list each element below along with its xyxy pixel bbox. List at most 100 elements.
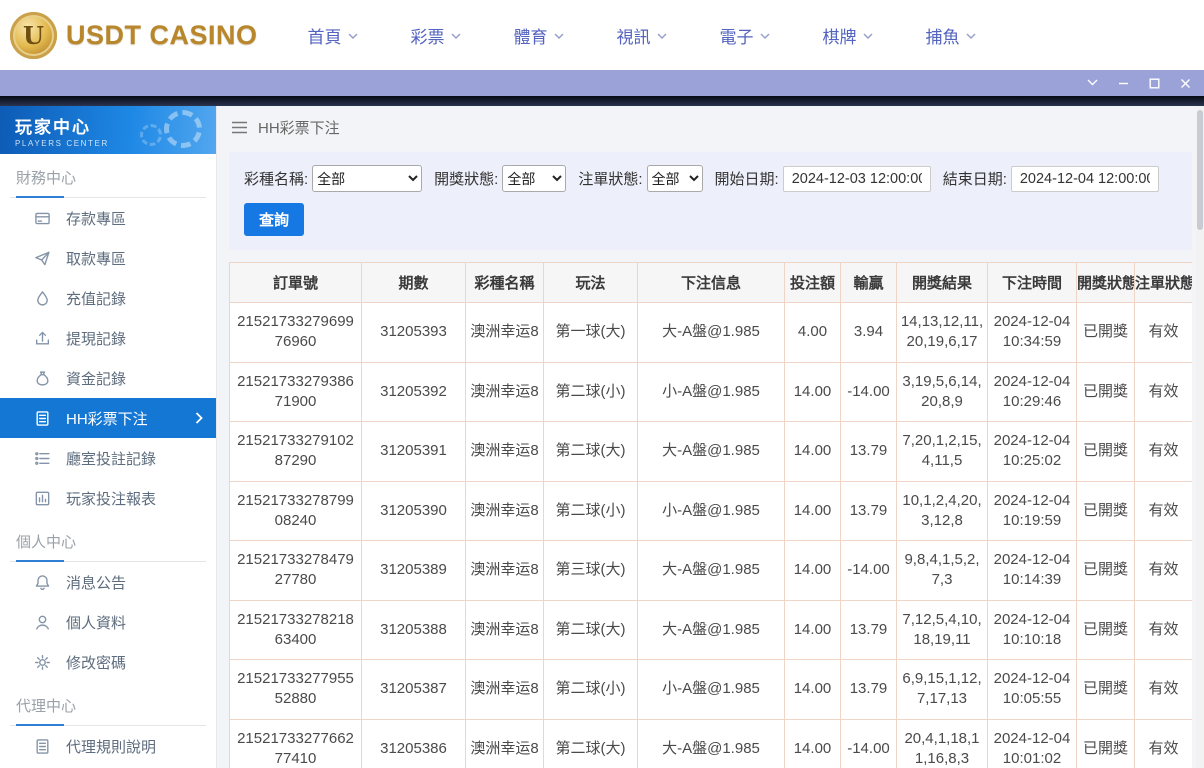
poker-chip-icon — [140, 124, 162, 146]
sidebar-item-0-0[interactable]: 存款專區 — [0, 198, 216, 238]
sidebar-menu: 財務中心 存款專區 取款專區 充值記錄 提現記錄 資金記錄 HH彩票下注 廳室投註記錄 玩家投注… — [0, 154, 216, 766]
logo-text: USDT CASINO — [66, 19, 258, 50]
cashout-icon — [34, 330, 51, 347]
table-cell: 2024-12-04 10:25:02 — [987, 421, 1077, 482]
table-cell: 2024-12-04 10:10:18 — [987, 599, 1077, 660]
hamburger-icon[interactable] — [231, 121, 248, 134]
chevron-right-icon — [195, 412, 203, 424]
sidebar-section-title-1: 個人中心 — [10, 518, 206, 562]
column-header: 下注時間 — [987, 262, 1077, 303]
sidebar-item-2-0[interactable]: 代理規則說明 — [0, 726, 216, 766]
nav-item-7[interactable]: 捕魚 — [926, 23, 976, 48]
lottery-name-select[interactable]: 全部 — [312, 165, 423, 192]
table-cell: -14.00 — [840, 718, 897, 768]
scrollbar-thumb[interactable] — [1197, 110, 1203, 230]
table-cell: 已開獎 — [1076, 718, 1135, 768]
sidebar-item-0-7[interactable]: 玩家投注報表 — [0, 478, 216, 518]
column-header: 期數 — [361, 262, 466, 303]
chevron-down-icon — [965, 33, 976, 39]
vertical-scrollbar[interactable] — [1196, 106, 1204, 768]
draw-status-select[interactable]: 全部 — [502, 165, 567, 192]
chevron-down-icon — [347, 33, 358, 39]
sidebar-item-1-1[interactable]: 個人資料 — [0, 602, 216, 642]
table-cell: 澳洲幸运8 — [465, 659, 544, 720]
table-cell: 第一球(大) — [543, 302, 638, 363]
table-cell: 2152173327766277410 — [229, 718, 362, 768]
table-cell: 澳洲幸运8 — [465, 361, 544, 422]
table-cell: 9,8,4,1,5,2,7,3 — [896, 540, 988, 601]
table-cell: 第三球(大) — [543, 540, 638, 601]
nav-item-4[interactable]: 視訊 — [617, 23, 667, 48]
coin-logo-icon: U — [10, 11, 57, 59]
table-cell: 第二球(小) — [543, 480, 638, 541]
sidebar-item-0-1[interactable]: 取款專區 — [0, 238, 216, 278]
nav-item-2[interactable]: 彩票 — [411, 23, 461, 48]
table-cell: 已開獎 — [1076, 421, 1135, 482]
search-button[interactable]: 查詢 — [244, 203, 305, 236]
order-status-select[interactable]: 全部 — [646, 165, 703, 192]
sidebar-item-label: 取款專區 — [66, 250, 127, 268]
hall-records-icon — [34, 450, 51, 467]
sidebar-item-0-5[interactable]: HH彩票下注 — [0, 398, 216, 438]
table-cell: 已開獎 — [1076, 540, 1135, 601]
sidebar-item-1-2[interactable]: 修改密碼 — [0, 642, 216, 682]
table-cell: 第二球(大) — [543, 599, 638, 660]
table-cell: 2152173327879908240 — [229, 480, 362, 541]
maximize-icon[interactable] — [1148, 77, 1161, 90]
nav-item-1[interactable]: 首頁 — [308, 23, 358, 48]
page-title: HH彩票下注 — [258, 119, 340, 137]
table-cell: 第二球(小) — [543, 361, 638, 422]
table-cell: 澳洲幸运8 — [465, 480, 544, 541]
table-cell: 3,19,5,6,14,20,8,9 — [896, 361, 988, 422]
table-row: 2152173327821863400 31205388 澳洲幸运8 第二球(大) 大-… — [229, 599, 1192, 660]
table-cell: 已開獎 — [1076, 659, 1135, 720]
order-status-label: 注單狀態: — [578, 171, 643, 188]
nav-item-3[interactable]: 體育 — [514, 23, 564, 48]
table-cell: 澳洲幸运8 — [465, 599, 544, 660]
table-row: 2152173327910287290 31205391 澳洲幸运8 第二球(大) 大-… — [229, 421, 1192, 482]
table-cell: 3.94 — [840, 302, 897, 363]
sidebar-item-label: 存款專區 — [66, 210, 127, 228]
column-header: 彩種名稱 — [465, 262, 544, 303]
sidebar-item-0-3[interactable]: 提現記錄 — [0, 318, 216, 358]
table-cell: 大-A盤@1.985 — [637, 718, 785, 768]
table-cell: 第二球(大) — [543, 421, 638, 482]
table-header-row: 訂單號 期數 彩種名稱 玩法 下注信息 投注額 輸贏 開獎結果 下注時間 開獎狀態 注單狀態 — [229, 262, 1192, 303]
table-cell: 14.00 — [784, 659, 841, 720]
sidebar-item-label: 充值記錄 — [66, 290, 127, 308]
sidebar-item-label: HH彩票下注 — [66, 410, 148, 428]
table-cell: 14.00 — [784, 361, 841, 422]
nav-item-5[interactable]: 電子 — [720, 23, 770, 48]
table-row: 2152173327879908240 31205390 澳洲幸运8 第二球(小) 小-… — [229, 480, 1192, 541]
sidebar-item-label: 資金記錄 — [66, 370, 127, 388]
table-cell: 有效 — [1134, 480, 1192, 541]
sidebar-header: 玩家中心 PLAYERS CENTER — [0, 106, 216, 154]
window-title-bar — [0, 70, 1204, 96]
table-cell: 2152173327795552880 — [229, 659, 362, 720]
close-icon[interactable] — [1179, 77, 1192, 90]
table-cell: 31205390 — [361, 480, 466, 541]
sidebar-item-0-4[interactable]: 資金記錄 — [0, 358, 216, 398]
sidebar-item-0-2[interactable]: 充值記錄 — [0, 278, 216, 318]
table-cell: 大-A盤@1.985 — [637, 540, 785, 601]
table-body: 2152173327969976960 31205393 澳洲幸运8 第一球(大) 大-… — [229, 302, 1192, 768]
table-cell: 第二球(大) — [543, 718, 638, 768]
table-cell: 澳洲幸运8 — [465, 421, 544, 482]
collapse-chevron-icon[interactable] — [1086, 77, 1099, 90]
end-date-input[interactable] — [1010, 165, 1159, 192]
sidebar-item-1-0[interactable]: 消息公告 — [0, 562, 216, 602]
nav-item-6[interactable]: 棋牌 — [823, 23, 873, 48]
lottery-bet-icon — [34, 410, 51, 427]
table-cell: 13.79 — [840, 659, 897, 720]
table-cell: 4.00 — [784, 302, 841, 363]
column-header: 下注信息 — [637, 262, 785, 303]
start-date-input[interactable] — [782, 165, 931, 192]
table-cell: 6,9,15,1,12,7,17,13 — [896, 659, 988, 720]
document-icon — [34, 738, 51, 755]
column-header: 開獎狀態 — [1076, 262, 1135, 303]
minimize-icon[interactable] — [1117, 77, 1130, 90]
chevron-down-icon — [656, 33, 667, 39]
site-logo[interactable]: U USDT CASINO — [10, 11, 258, 59]
table-cell: 2152173327847927780 — [229, 540, 362, 601]
sidebar-item-0-6[interactable]: 廳室投註記錄 — [0, 438, 216, 478]
